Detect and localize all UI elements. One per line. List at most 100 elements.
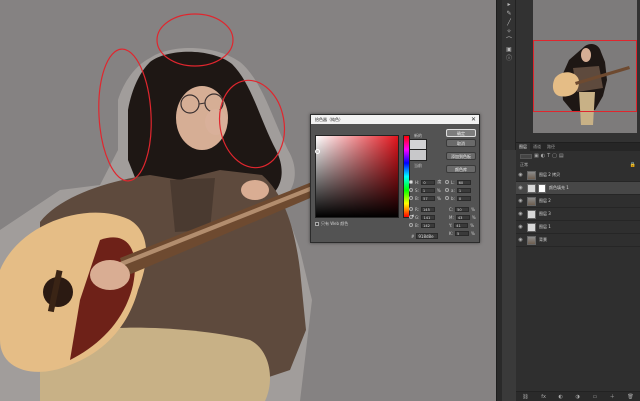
lab-l-field[interactable]: 60: [456, 179, 471, 185]
filter-shape-icon[interactable]: ▢: [552, 153, 557, 159]
filter-type-icon[interactable]: T: [547, 153, 550, 159]
adjustment-icon[interactable]: ◑: [575, 394, 579, 400]
rgb-r-radio[interactable]: [409, 207, 413, 211]
cmyk-y-label: Y:: [449, 222, 453, 228]
color-picker-dialog[interactable]: 拾色器（纯色） ✕ ◂ 新的 当前 确定 取消 添加到色板 颜色库 H: 0 度…: [310, 114, 480, 243]
cancel-button[interactable]: 取消: [446, 139, 476, 147]
color-picker-title-bar[interactable]: 拾色器（纯色） ✕: [311, 115, 479, 124]
layer-row-selected[interactable]: ◉ 颜色填充 1: [516, 182, 640, 195]
rgb-r-field[interactable]: 145: [421, 206, 436, 212]
rgb-b-radio[interactable]: [409, 223, 413, 227]
cmyk-c-field[interactable]: 50: [455, 206, 470, 212]
cmyk-y-unit: %: [470, 222, 475, 228]
filter-adjust-icon[interactable]: ◐: [541, 153, 545, 159]
rgb-r-label: R:: [415, 206, 420, 212]
new-layer-icon[interactable]: ＋: [610, 393, 615, 400]
fret-hand: [241, 180, 269, 200]
saturation-brightness-field[interactable]: [315, 135, 399, 218]
layer-thumbnail: [527, 235, 536, 245]
rgb-g-field[interactable]: 141: [421, 214, 436, 220]
blend-mode-select[interactable]: 正常: [520, 162, 528, 168]
arrow-icon[interactable]: ▸: [502, 0, 516, 9]
close-icon[interactable]: ✕: [471, 115, 476, 124]
lab-l-row: L: 60: [445, 179, 471, 185]
layer-name: 图层 2: [539, 198, 551, 203]
strum-hand: [90, 260, 130, 290]
hsb-s-unit: %: [436, 187, 441, 193]
filter-pixel-icon[interactable]: ▣: [534, 153, 539, 159]
folder-icon[interactable]: ▭: [592, 394, 597, 400]
panel-tool-strip: ▸ ✎ ╱ ✧ ⌒ ▣ ⓘ: [502, 0, 516, 150]
hsb-b-field[interactable]: 57: [421, 195, 436, 201]
wand-icon[interactable]: ✧: [502, 27, 516, 36]
visibility-eye-icon[interactable]: ◉: [516, 224, 525, 230]
lock-icon[interactable]: 🔒: [630, 162, 636, 168]
visibility-eye-icon[interactable]: ◉: [516, 237, 525, 243]
layer-thumbnail: [527, 170, 536, 180]
lab-a-field[interactable]: 1: [456, 187, 471, 193]
cmyk-y-row: Y: 41 %: [449, 222, 474, 228]
layer-name: 图层 2 拷贝: [539, 172, 561, 177]
layer-kind-select[interactable]: [520, 153, 532, 159]
hsb-s-label: S:: [415, 187, 419, 193]
add-to-swatches-button[interactable]: 添加到色板: [446, 152, 476, 160]
hsb-h-field[interactable]: 0: [421, 179, 436, 185]
hsb-b-radio[interactable]: [409, 196, 413, 200]
color-marker[interactable]: [315, 149, 320, 154]
hex-field[interactable]: 918d8e: [416, 233, 439, 239]
cmyk-k-row: K: 5 %: [449, 230, 475, 236]
cmyk-k-field[interactable]: 5: [454, 230, 469, 236]
layer-row[interactable]: ◉ 图层 3: [516, 208, 640, 221]
mask-icon[interactable]: ◐: [559, 394, 563, 400]
tab-channels[interactable]: 通道: [530, 143, 544, 151]
tab-paths[interactable]: 路径: [544, 143, 558, 151]
cmyk-y-field[interactable]: 41: [454, 222, 469, 228]
layer-bottom-bar: ⛓ fx ◐ ◑ ▭ ＋ 🗑: [516, 391, 640, 401]
hsb-s-radio[interactable]: [409, 188, 413, 192]
rgb-g-row: G: 141: [409, 214, 436, 220]
layers-panel: 图层 通道 路径 ▣ ◐ T ▢ ▤ 正常 🔒 ◉ 图层 2 拷贝 ◉ 颜色填充…: [516, 142, 640, 401]
visibility-eye-icon[interactable]: ◉: [516, 211, 525, 217]
stamp-icon[interactable]: ▣: [502, 45, 516, 54]
navigator-view-rect[interactable]: [533, 40, 637, 112]
color-libraries-button[interactable]: 颜色库: [446, 165, 476, 173]
hsb-h-unit: 度: [437, 179, 442, 184]
layer-row[interactable]: ◉ 图层 1: [516, 221, 640, 234]
brush-icon[interactable]: ╱: [502, 18, 516, 27]
trash-icon[interactable]: 🗑: [627, 394, 633, 400]
layer-mask-thumbnail[interactable]: [538, 183, 546, 193]
rgb-g-radio[interactable]: [409, 215, 413, 219]
lab-b-field[interactable]: 0: [456, 195, 471, 201]
navigator-preview[interactable]: [533, 0, 637, 133]
ok-button[interactable]: 确定: [446, 129, 476, 137]
lab-b-radio[interactable]: [445, 196, 449, 200]
lab-l-radio[interactable]: [445, 180, 449, 184]
cmyk-m-field[interactable]: 43: [455, 214, 470, 220]
current-color-label: 当前: [414, 163, 422, 168]
filter-smart-icon[interactable]: ▤: [559, 153, 564, 159]
fx-icon[interactable]: fx: [541, 394, 546, 400]
tab-layers[interactable]: 图层: [516, 143, 530, 151]
visibility-eye-icon[interactable]: ◉: [516, 172, 525, 178]
hex-label: #: [411, 233, 415, 239]
lab-a-radio[interactable]: [445, 188, 449, 192]
current-color-swatch[interactable]: [409, 150, 427, 161]
rgb-b-field[interactable]: 142: [421, 222, 436, 228]
layer-filter-toolbar: ▣ ◐ T ▢ ▤: [516, 151, 640, 161]
eyedropper-icon[interactable]: ✎: [502, 9, 516, 18]
hsb-h-radio[interactable]: [409, 180, 413, 184]
hex-row: # 918d8e: [411, 233, 439, 239]
visibility-eye-icon[interactable]: ◉: [516, 185, 525, 191]
layer-row[interactable]: ◉ 图层 2 拷贝: [516, 169, 640, 182]
link-icon[interactable]: ⛓: [522, 394, 528, 400]
hsb-s-field[interactable]: 1: [420, 187, 435, 193]
layer-row[interactable]: ◉ 背景: [516, 234, 640, 247]
web-colors-only[interactable]: 只有 Web 颜色: [315, 221, 348, 227]
hsb-h-label: H:: [415, 179, 420, 185]
web-colors-checkbox[interactable]: [315, 222, 319, 226]
layer-row[interactable]: ◉ 图层 2: [516, 195, 640, 208]
lasso-icon[interactable]: ⌒: [502, 36, 516, 45]
visibility-eye-icon[interactable]: ◉: [516, 198, 525, 204]
info-icon[interactable]: ⓘ: [502, 54, 516, 63]
document-canvas[interactable]: 拾色器（纯色） ✕ ◂ 新的 当前 确定 取消 添加到色板 颜色库 H: 0 度…: [0, 0, 496, 401]
